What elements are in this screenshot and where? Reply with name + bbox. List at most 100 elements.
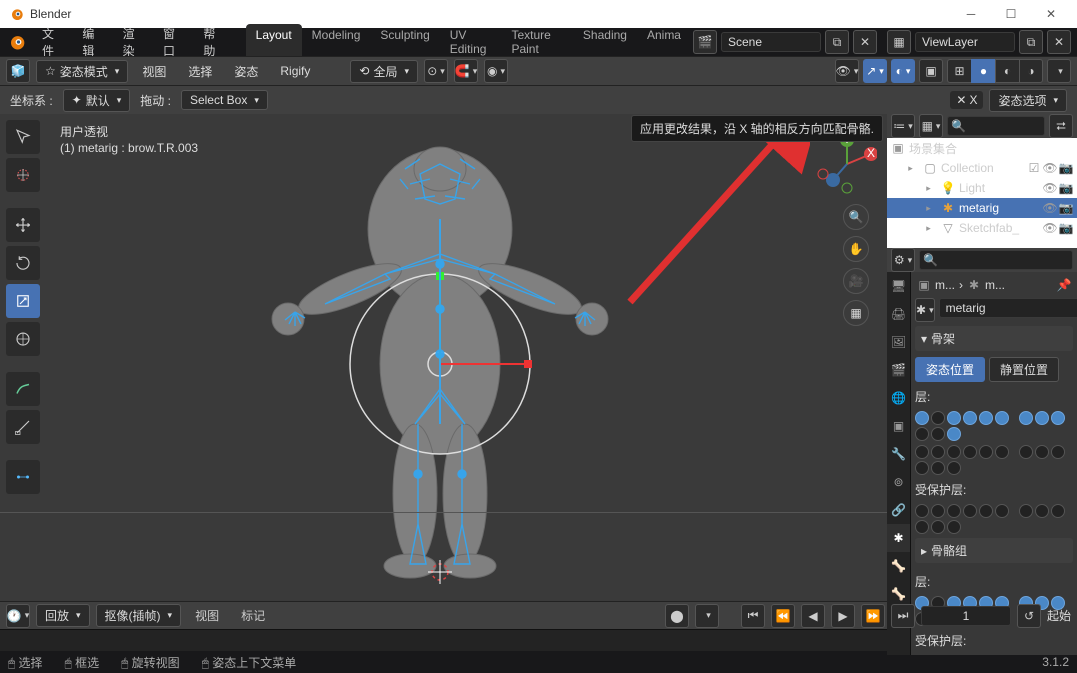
shading-solid-icon[interactable]: ● — [971, 59, 995, 83]
pose-options-dropdown[interactable]: 姿态选项 — [989, 89, 1067, 112]
tool-breakdowner[interactable] — [6, 460, 40, 494]
tab-shading[interactable]: Shading — [573, 24, 637, 60]
tool-move[interactable] — [6, 208, 40, 242]
tab-sculpting[interactable]: Sculpting — [370, 24, 439, 60]
snap-dropdown[interactable]: 🧲 — [454, 59, 478, 83]
camera-icon[interactable]: 📷 — [1059, 201, 1073, 215]
tab-anima[interactable]: Anima — [637, 24, 691, 60]
mirror-x-badge[interactable]: ✕ X — [950, 91, 983, 109]
disclosure-icon[interactable] — [923, 201, 937, 215]
visibility-dropdown[interactable]: 👁 — [835, 59, 859, 83]
shading-options-dropdown[interactable] — [1047, 59, 1071, 83]
eye-icon[interactable]: 👁 — [1043, 221, 1057, 235]
prev-key-icon[interactable]: ⏪ — [771, 604, 795, 628]
tab-uv[interactable]: UV Editing — [440, 24, 502, 60]
viewlayer-browse-icon[interactable]: ▦ — [887, 30, 911, 54]
shading-wireframe-icon[interactable]: ⊞ — [947, 59, 971, 83]
ptab-bone[interactable]: 🦴 — [887, 552, 910, 580]
editor-type-icon[interactable]: 🧊 — [6, 59, 30, 83]
tab-texture[interactable]: Texture Paint — [501, 24, 572, 60]
tool-measure[interactable] — [6, 410, 40, 444]
window-maximize-button[interactable]: ☐ — [993, 2, 1029, 26]
panel-bonegroups[interactable]: ▸骨骼组 — [915, 538, 1073, 563]
drag-dropdown[interactable]: Select Box — [181, 90, 268, 110]
properties-type-dropdown[interactable]: ⚙ — [891, 248, 915, 272]
tree-scene-collection[interactable]: ▣场景集合 — [887, 138, 1077, 158]
proportional-dropdown[interactable]: ◉ — [484, 59, 508, 83]
ptab-object[interactable]: ▣ — [887, 412, 910, 440]
pan-icon[interactable]: ✋ — [843, 236, 869, 262]
disclosure-icon[interactable] — [923, 181, 937, 195]
window-minimize-button[interactable]: ─ — [953, 2, 989, 26]
viewlayer-name-field[interactable] — [915, 32, 1015, 52]
protected-layer-buttons[interactable] — [915, 504, 1073, 534]
ptab-world[interactable]: 🌐 — [887, 384, 910, 412]
ptab-physics[interactable]: ⊚ — [887, 468, 910, 496]
menu-pose[interactable]: 姿态 — [226, 59, 266, 84]
jump-end-icon[interactable]: ⏭ — [891, 604, 915, 628]
frame-range-icon[interactable]: ↺ — [1017, 604, 1041, 628]
tree-sketchfab[interactable]: ▽Sketchfab_👁📷 — [887, 218, 1077, 238]
datablock-name[interactable] — [939, 298, 1077, 318]
scene-delete-icon[interactable]: ✕ — [853, 30, 877, 54]
tool-scale[interactable] — [6, 284, 40, 318]
menu-select[interactable]: 选择 — [180, 59, 220, 84]
shading-material-icon[interactable]: ◐ — [995, 59, 1019, 83]
ptab-modifiers[interactable]: 🔧 — [887, 440, 910, 468]
mode-dropdown[interactable]: ☆姿态模式 — [36, 60, 128, 83]
viewlayer-copy-icon[interactable]: ⧉ — [1019, 30, 1043, 54]
layer-buttons-row2[interactable] — [915, 445, 1073, 475]
scene-copy-icon[interactable]: ⧉ — [825, 30, 849, 54]
outliner-filter-dropdown[interactable]: ▦ — [919, 114, 943, 138]
eye-icon[interactable]: 👁 — [1043, 201, 1057, 215]
ptab-viewlayer[interactable]: 🖼 — [887, 328, 910, 356]
pin-icon[interactable]: 📌 — [1057, 278, 1071, 292]
overlay-dropdown[interactable]: ◐ — [891, 59, 915, 83]
outliner[interactable]: ▣场景集合 ▢Collection☑👁📷 💡Light👁📷 ✱metarig👁📷… — [887, 138, 1077, 248]
pivot-dropdown[interactable]: ⊙ — [424, 59, 448, 83]
panel-skeleton[interactable]: ▾骨架 — [915, 326, 1073, 351]
tool-annotate[interactable] — [6, 372, 40, 406]
timeline-view[interactable]: 视图 — [187, 603, 227, 628]
ptab-scene[interactable]: 🎬 — [887, 356, 910, 384]
xray-toggle[interactable]: ▣ — [919, 59, 943, 83]
tree-collection[interactable]: ▢Collection☑👁📷 — [887, 158, 1077, 178]
scene-name-field[interactable] — [721, 32, 821, 52]
playback-dropdown[interactable]: 回放 — [36, 604, 90, 627]
camera-icon[interactable]: 📷 — [1059, 181, 1073, 195]
layer-buttons[interactable] — [915, 411, 1073, 441]
tool-transform[interactable] — [6, 322, 40, 356]
ptab-render[interactable]: 🖥 — [887, 272, 910, 300]
keying-dropdown[interactable]: 抠像(插帧) — [96, 604, 182, 627]
tree-light[interactable]: 💡Light👁📷 — [887, 178, 1077, 198]
nav-gizmo[interactable]: X Y — [817, 134, 877, 194]
rest-position-button[interactable]: 静置位置 — [989, 357, 1059, 382]
breadcrumb-object[interactable]: m... — [935, 278, 955, 292]
eye-icon[interactable]: 👁 — [1043, 161, 1057, 175]
window-close-button[interactable]: ✕ — [1033, 2, 1069, 26]
zoom-icon[interactable]: 🔍 — [843, 204, 869, 230]
properties-search[interactable] — [919, 250, 1073, 270]
gizmo-dropdown[interactable]: ↗ — [863, 59, 887, 83]
breadcrumb-data[interactable]: m... — [985, 278, 1005, 292]
tool-rotate[interactable] — [6, 246, 40, 280]
menu-rigify[interactable]: Rigify — [272, 60, 318, 82]
tree-metarig[interactable]: ✱metarig👁📷 — [887, 198, 1077, 218]
autokey-dropdown[interactable] — [695, 604, 719, 628]
disclosure-icon[interactable] — [923, 221, 937, 235]
menu-view[interactable]: 视图 — [134, 59, 174, 84]
orientation-dropdown[interactable]: ⟲全局 — [350, 60, 418, 83]
ptab-output[interactable]: 🖨 — [887, 300, 910, 328]
scene-browse-icon[interactable]: 🎬 — [693, 30, 717, 54]
outliner-display-dropdown[interactable]: ≔ — [891, 114, 915, 138]
timeline-editor-icon[interactable]: 🕐 — [6, 604, 30, 628]
ptab-armature[interactable]: ✱ — [887, 524, 910, 552]
viewlayer-delete-icon[interactable]: ✕ — [1047, 30, 1071, 54]
camera-icon[interactable]: 📷 — [1059, 161, 1073, 175]
shading-rendered-icon[interactable]: ◑ — [1019, 59, 1043, 83]
outliner-filter-icon[interactable]: ⮂ — [1049, 114, 1073, 138]
play-rev-icon[interactable]: ◀ — [801, 604, 825, 628]
tab-layout[interactable]: Layout — [246, 24, 302, 60]
autokey-icon[interactable]: ⬤ — [665, 604, 689, 628]
tool-cursor[interactable] — [6, 158, 40, 192]
